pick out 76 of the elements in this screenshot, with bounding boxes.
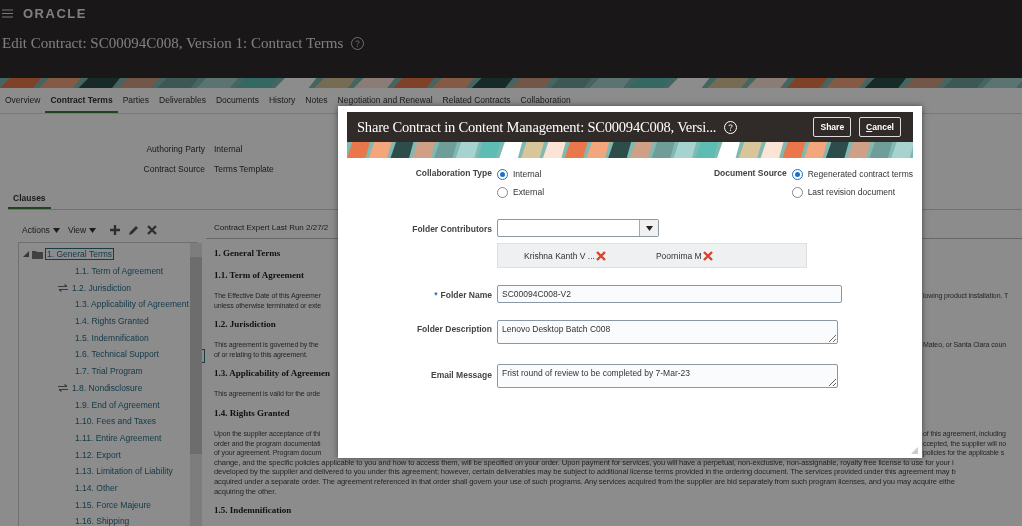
add-icon[interactable] bbox=[110, 225, 121, 235]
tree-item[interactable]: 1.10. Fees and Taxes bbox=[74, 416, 158, 427]
share-button[interactable]: Share bbox=[813, 117, 852, 137]
radio-button[interactable] bbox=[497, 168, 508, 180]
tree-item[interactable]: 1.8. Nondisclosure bbox=[71, 382, 144, 393]
tree-item[interactable]: 1.15. Force Majeure bbox=[74, 499, 153, 510]
clause-heading: 1.4. Rights Granted bbox=[214, 406, 290, 419]
clause-heading: 1.2. Jurisdiction bbox=[214, 318, 276, 331]
tree-item[interactable]: 1. General Terms bbox=[46, 249, 114, 260]
clause-heading: 1.3. Applicability of Agreemen bbox=[214, 367, 331, 380]
pencil-icon[interactable] bbox=[128, 224, 140, 236]
clause-heading: 1. General Terms bbox=[214, 247, 281, 259]
section-tab[interactable]: Clauses bbox=[8, 190, 51, 209]
field-value: Internal bbox=[214, 144, 244, 154]
field-label: Email Message bbox=[430, 369, 492, 382]
tab[interactable]: Notes bbox=[300, 88, 333, 113]
radio-button[interactable] bbox=[791, 186, 803, 198]
tree-item[interactable]: 1.6. Technical Support bbox=[74, 349, 160, 360]
tree-item[interactable]: 1.11. Entire Agreement bbox=[74, 432, 163, 443]
tree-item[interactable]: 1.16. Shipping bbox=[74, 516, 131, 526]
field-label: Contract Source bbox=[142, 164, 205, 174]
message-field[interactable]: Frist round of review to be completed by 7-Mar-23 bbox=[497, 364, 838, 388]
radio-button[interactable] bbox=[791, 168, 803, 180]
dialog-title: Share Contract in Content Management: SC00094C008, Versi... bbox=[357, 118, 717, 136]
tab[interactable]: Documents bbox=[210, 88, 264, 113]
tab[interactable]: Parties bbox=[117, 88, 155, 113]
tree-item[interactable]: 1.3. Applicability of Agreement bbox=[74, 299, 190, 310]
remove-icon[interactable] bbox=[595, 250, 606, 261]
tree-item[interactable]: 1.12. Export bbox=[74, 449, 122, 460]
caret-icon bbox=[645, 225, 653, 231]
radio-option[interactable]: Last revision document bbox=[791, 186, 913, 198]
radio-option[interactable]: Regenerated contract terms bbox=[791, 168, 913, 180]
tree-item[interactable]: 1.1. Term of Agreement bbox=[74, 266, 165, 277]
caret-icon bbox=[52, 227, 60, 233]
scrollbar[interactable] bbox=[189, 243, 202, 526]
folder-name-field[interactable]: SC00094C008-V2 bbox=[497, 285, 842, 303]
contributor-name: Krishna Kanth V ... bbox=[524, 250, 595, 261]
clause-heading: 1.5. Indemnification bbox=[214, 504, 292, 517]
tab[interactable]: History bbox=[263, 88, 301, 113]
resize-grip-icon[interactable] bbox=[911, 447, 918, 454]
radio-option[interactable]: External bbox=[497, 186, 671, 198]
field-label: Document Source bbox=[713, 168, 787, 180]
field-label: Collaboration Type bbox=[414, 168, 492, 180]
radio-button[interactable] bbox=[497, 186, 508, 198]
required-mark: * bbox=[434, 290, 438, 300]
field-label: Authoring Party bbox=[145, 144, 205, 154]
tree-item[interactable]: 1.14. Other bbox=[74, 482, 119, 493]
field-value: Terms Template bbox=[214, 164, 274, 174]
tree-item[interactable]: 1.4. Rights Granted bbox=[74, 316, 150, 327]
tree-item[interactable]: 1.2. Jurisdiction bbox=[71, 282, 133, 293]
page-title: Edit Contract: SC00094C008, Version 1: Contract Terms bbox=[2, 35, 344, 52]
logo[interactable]: ORACLE bbox=[23, 5, 87, 21]
contributor-name: Poornima M bbox=[655, 250, 702, 261]
cancel-button[interactable]: Cancel bbox=[859, 117, 901, 137]
menu-button[interactable]: View bbox=[67, 225, 97, 235]
expand-icon[interactable] bbox=[23, 251, 29, 258]
field-label: Folder Contributors bbox=[411, 223, 492, 236]
field-label: Folder Description bbox=[415, 323, 492, 336]
radio-option[interactable]: Internal bbox=[497, 168, 671, 180]
tree-item[interactable]: 1.7. Trial Program bbox=[74, 366, 144, 377]
description-field[interactable]: Lenovo Desktop Batch C008 bbox=[497, 320, 838, 344]
menu-icon[interactable] bbox=[2, 8, 13, 18]
dropdown-button[interactable] bbox=[639, 220, 658, 236]
folder-icon bbox=[32, 249, 43, 259]
tree-item[interactable]: 1.9. End of Agreement bbox=[74, 399, 161, 410]
caret-icon bbox=[89, 227, 97, 233]
tree-item[interactable]: 1.13. Limitation of Liability bbox=[74, 466, 174, 477]
tree-item[interactable]: 1.5. Indemnification bbox=[74, 332, 150, 343]
tab[interactable]: Contract Terms bbox=[45, 88, 118, 113]
clause-heading: 1.1. Term of Agreement bbox=[214, 269, 305, 281]
field-label: * Folder Name bbox=[433, 289, 492, 302]
menu-button[interactable]: Actions bbox=[22, 225, 60, 235]
tab[interactable]: Overview bbox=[0, 88, 46, 113]
remove-icon[interactable] bbox=[702, 250, 713, 261]
delete-icon[interactable] bbox=[147, 225, 158, 235]
tab[interactable]: Deliverables bbox=[154, 88, 211, 113]
